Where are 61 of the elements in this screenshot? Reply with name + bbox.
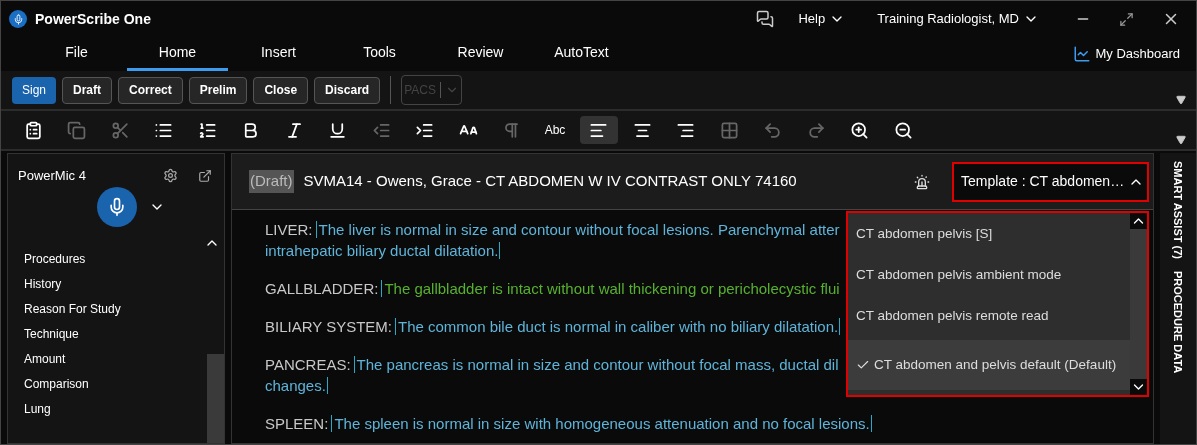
menu-tab[interactable]: File: [26, 37, 127, 71]
finding-label: LIVER:: [265, 221, 313, 238]
finding-label: GALLBLADDER:: [265, 280, 379, 297]
finding-text[interactable]: changes.: [265, 377, 328, 394]
maximize-icon[interactable]: [1119, 11, 1134, 27]
chart-icon: [1073, 45, 1092, 63]
menu-tab[interactable]: Insert: [228, 37, 329, 71]
report-title: SVMA14 - Owens, Grace - CT ABDOMEN W IV CONTRAST ONLY 74160: [303, 171, 798, 192]
template-option[interactable]: CT abdomen pelvis [S]: [848, 214, 1130, 254]
sidebar-item[interactable]: Lung: [24, 400, 51, 418]
sidebar-item[interactable]: Technique: [24, 325, 79, 343]
app-logo-icon: [9, 10, 27, 28]
popout-icon[interactable]: [198, 168, 212, 183]
window-title: PowerScribe One: [35, 9, 151, 29]
microphone-icon: [107, 196, 127, 217]
dashboard-link[interactable]: My Dashboard: [1073, 44, 1180, 64]
side-tab[interactable]: PROCEDURE DATA: [1169, 271, 1187, 374]
template-dropdown[interactable]: Template : CT abdomen…: [952, 161, 1149, 202]
menu-tab[interactable]: AutoText: [531, 37, 632, 71]
finding-text[interactable]: The liver is normal in size and contour without focal lesions. Parenchymal atter: [315, 221, 840, 238]
action-button[interactable]: Sign: [12, 76, 57, 104]
expand-toolbar-icon[interactable]: [1176, 135, 1186, 145]
finding-text[interactable]: The gallbladder is intact without wall thickening or pericholecystic flui: [381, 280, 840, 297]
finding-text[interactable]: The spleen is normal in size with homogeneous attenuation and no focal lesions.: [331, 415, 872, 432]
alert-icon[interactable]: [914, 173, 930, 190]
panel-title: PowerMic 4: [18, 167, 87, 185]
action-button[interactable]: Draft: [62, 76, 113, 104]
sidebar-item[interactable]: Reason For Study: [24, 300, 121, 318]
draft-status: (Draft): [249, 170, 294, 193]
action-button[interactable]: Correct: [118, 76, 183, 104]
template-option[interactable]: CT abdomen and pelvis default (Default): [848, 340, 1130, 390]
scroll-up-icon[interactable]: [1130, 213, 1147, 229]
user-menu[interactable]: Training Radiologist, MD: [877, 9, 1039, 29]
chat-icon[interactable]: [756, 10, 775, 28]
sidebar-item[interactable]: Amount: [24, 350, 66, 368]
scroll-down-icon[interactable]: [1130, 379, 1147, 395]
checkmark-icon: [856, 358, 870, 372]
align-left-icon[interactable]: [579, 116, 618, 144]
action-button[interactable]: Discard: [314, 76, 381, 104]
menu-tab[interactable]: Review: [430, 37, 531, 71]
spell-check-button[interactable]: Abc: [536, 116, 574, 144]
microphone-button[interactable]: [97, 186, 137, 227]
sidebar-item[interactable]: Comparison: [24, 375, 89, 393]
action-button[interactable]: Close: [253, 76, 309, 104]
help-menu[interactable]: Help: [798, 9, 846, 29]
expand-toolbar-icon[interactable]: [1176, 95, 1186, 105]
sidebar-item[interactable]: History: [24, 275, 62, 293]
finding-text[interactable]: The common bile duct is normal in caliber with no biliary dilatation.: [395, 318, 841, 335]
template-option[interactable]: CT abdomen pelvis remote read: [848, 296, 1130, 336]
scrollbar-thumb[interactable]: [207, 354, 224, 443]
finding-text[interactable]: intrahepatic biliary ductal dilatation.: [265, 242, 501, 259]
sidebar-item[interactable]: Procedures: [24, 250, 86, 268]
finding-label: PANCREAS:: [265, 356, 351, 373]
finding-text[interactable]: The pancreas is normal in size and contour without focal mass, ductal dil: [353, 356, 839, 373]
finding-label: BILIARY SYSTEM:: [265, 318, 392, 335]
finding-label: SPLEEN:: [265, 415, 329, 432]
action-button[interactable]: Prelim: [188, 76, 248, 104]
side-tab[interactable]: SMART ASSIST (7): [1169, 161, 1187, 259]
template-option[interactable]: CT abdomen pelvis ambient mode: [848, 255, 1130, 295]
settings-icon[interactable]: [163, 168, 178, 184]
menu-tab[interactable]: Tools: [329, 37, 430, 71]
